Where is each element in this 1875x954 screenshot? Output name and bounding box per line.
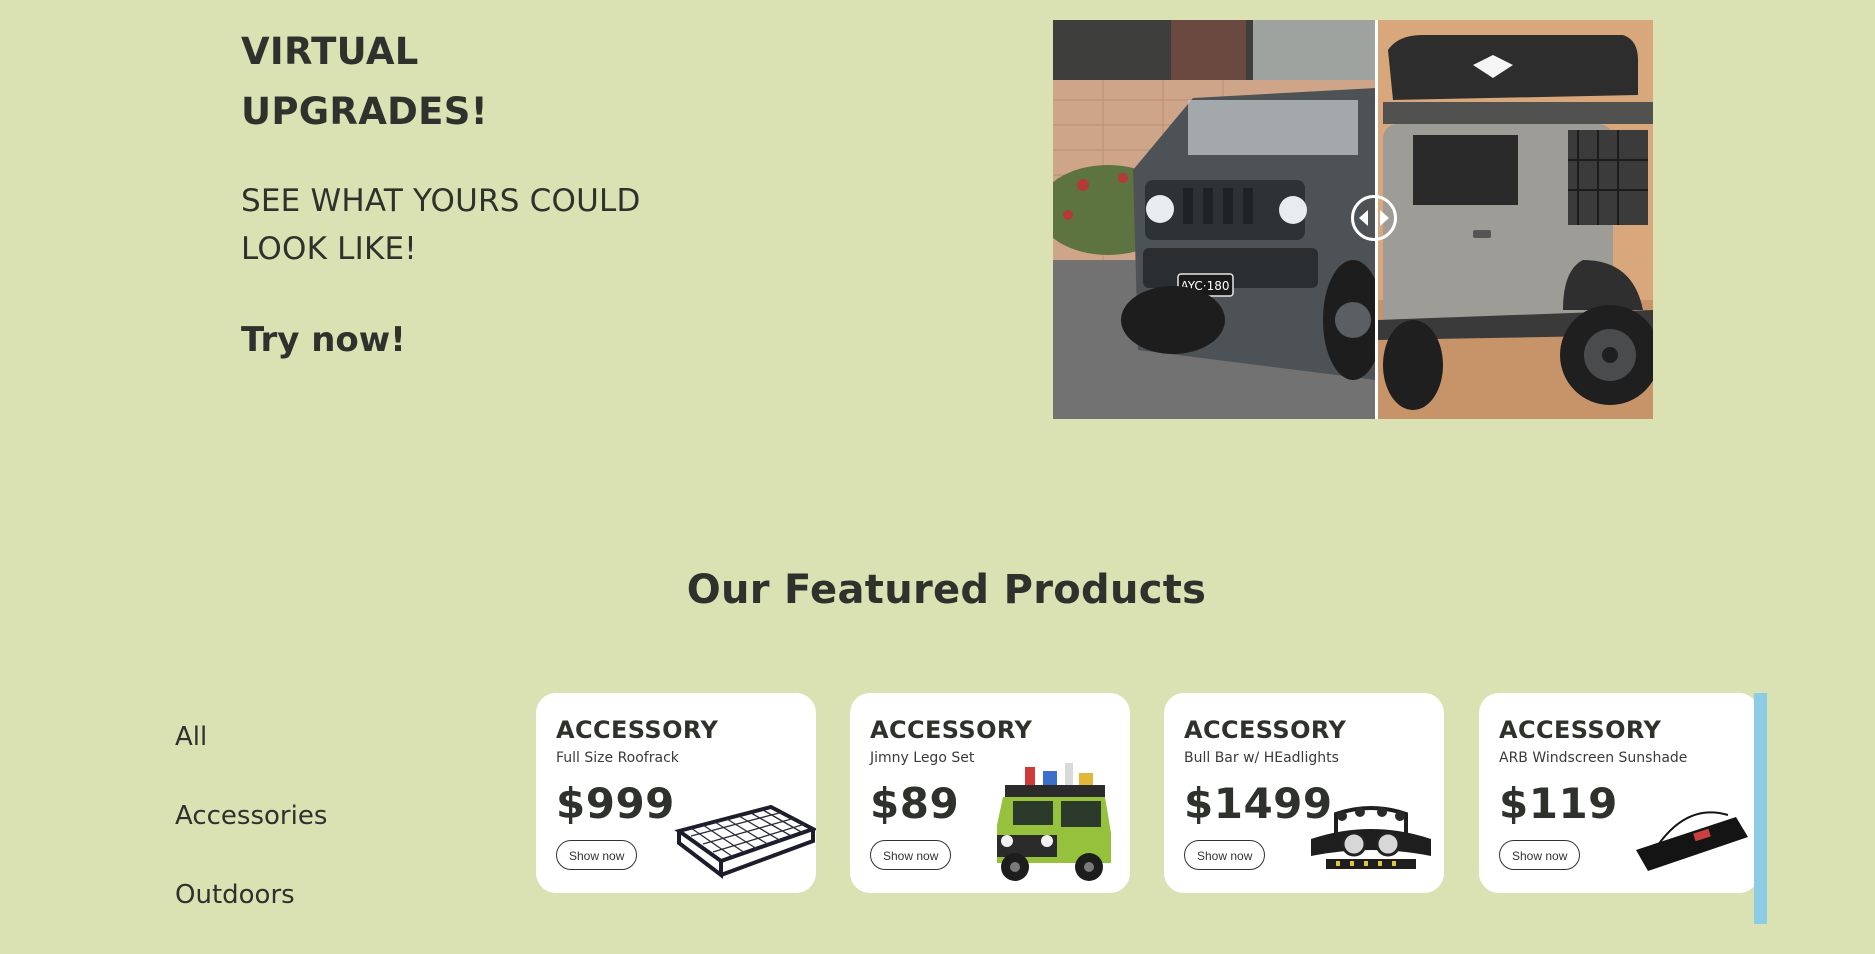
arrow-right-icon	[1380, 210, 1389, 226]
show-now-button[interactable]: Show now	[556, 840, 638, 870]
product-category: ACCESSORY	[1499, 716, 1662, 744]
product-name: Bull Bar w/ HEadlights	[1184, 750, 1339, 766]
show-now-button[interactable]: Show now	[870, 840, 952, 870]
arrow-left-icon	[1359, 210, 1368, 226]
product-category: ACCESSORY	[556, 716, 719, 744]
product-name: Full Size Roofrack	[556, 750, 679, 766]
lego-jimny-image	[997, 763, 1111, 881]
hero-title: VIRTUAL UPGRADES!	[241, 30, 488, 133]
product-price: $89	[870, 779, 960, 828]
filter-outdoors[interactable]: Outdoors	[175, 875, 475, 954]
product-category: ACCESSORY	[1184, 716, 1347, 744]
hero-subtitle: SEE WHAT YOURS COULD LOOK LIKE!	[241, 183, 641, 267]
product-card[interactable]: ACCESSORY Bull Bar w/ HEadlights $1499 S…	[1164, 693, 1444, 893]
show-now-button[interactable]: Show now	[1184, 840, 1266, 870]
product-card[interactable]: ACCESSORY Full Size Roofrack $999 Show n…	[536, 693, 816, 893]
product-name: Jimny Lego Set	[870, 750, 975, 766]
filter-accessories[interactable]: Accessories	[175, 796, 475, 875]
show-now-button[interactable]: Show now	[1499, 840, 1581, 870]
bull-bar-image	[1311, 806, 1431, 869]
product-price: $999	[556, 779, 675, 828]
roof-rack-image	[674, 804, 816, 880]
product-price: $119	[1499, 779, 1618, 828]
product-card[interactable]: ACCESSORY Jimny Lego Set $89 Show now	[850, 693, 1130, 893]
featured-products-title: Our Featured Products	[686, 567, 1207, 613]
sunshade-bag-image	[1636, 811, 1748, 871]
filter-all[interactable]: All	[175, 717, 475, 796]
category-filter-list: All Accessories Outdoors	[175, 717, 475, 954]
carousel-scroll-indicator[interactable]	[1754, 693, 1767, 924]
comparison-slider-handle[interactable]	[1351, 195, 1397, 241]
product-card[interactable]: ACCESSORY ARB Windscreen Sunshade $119 S…	[1479, 693, 1759, 893]
try-now-link[interactable]: Try now!	[241, 316, 406, 364]
product-name: ARB Windscreen Sunshade	[1499, 750, 1688, 766]
product-category: ACCESSORY	[870, 716, 1033, 744]
